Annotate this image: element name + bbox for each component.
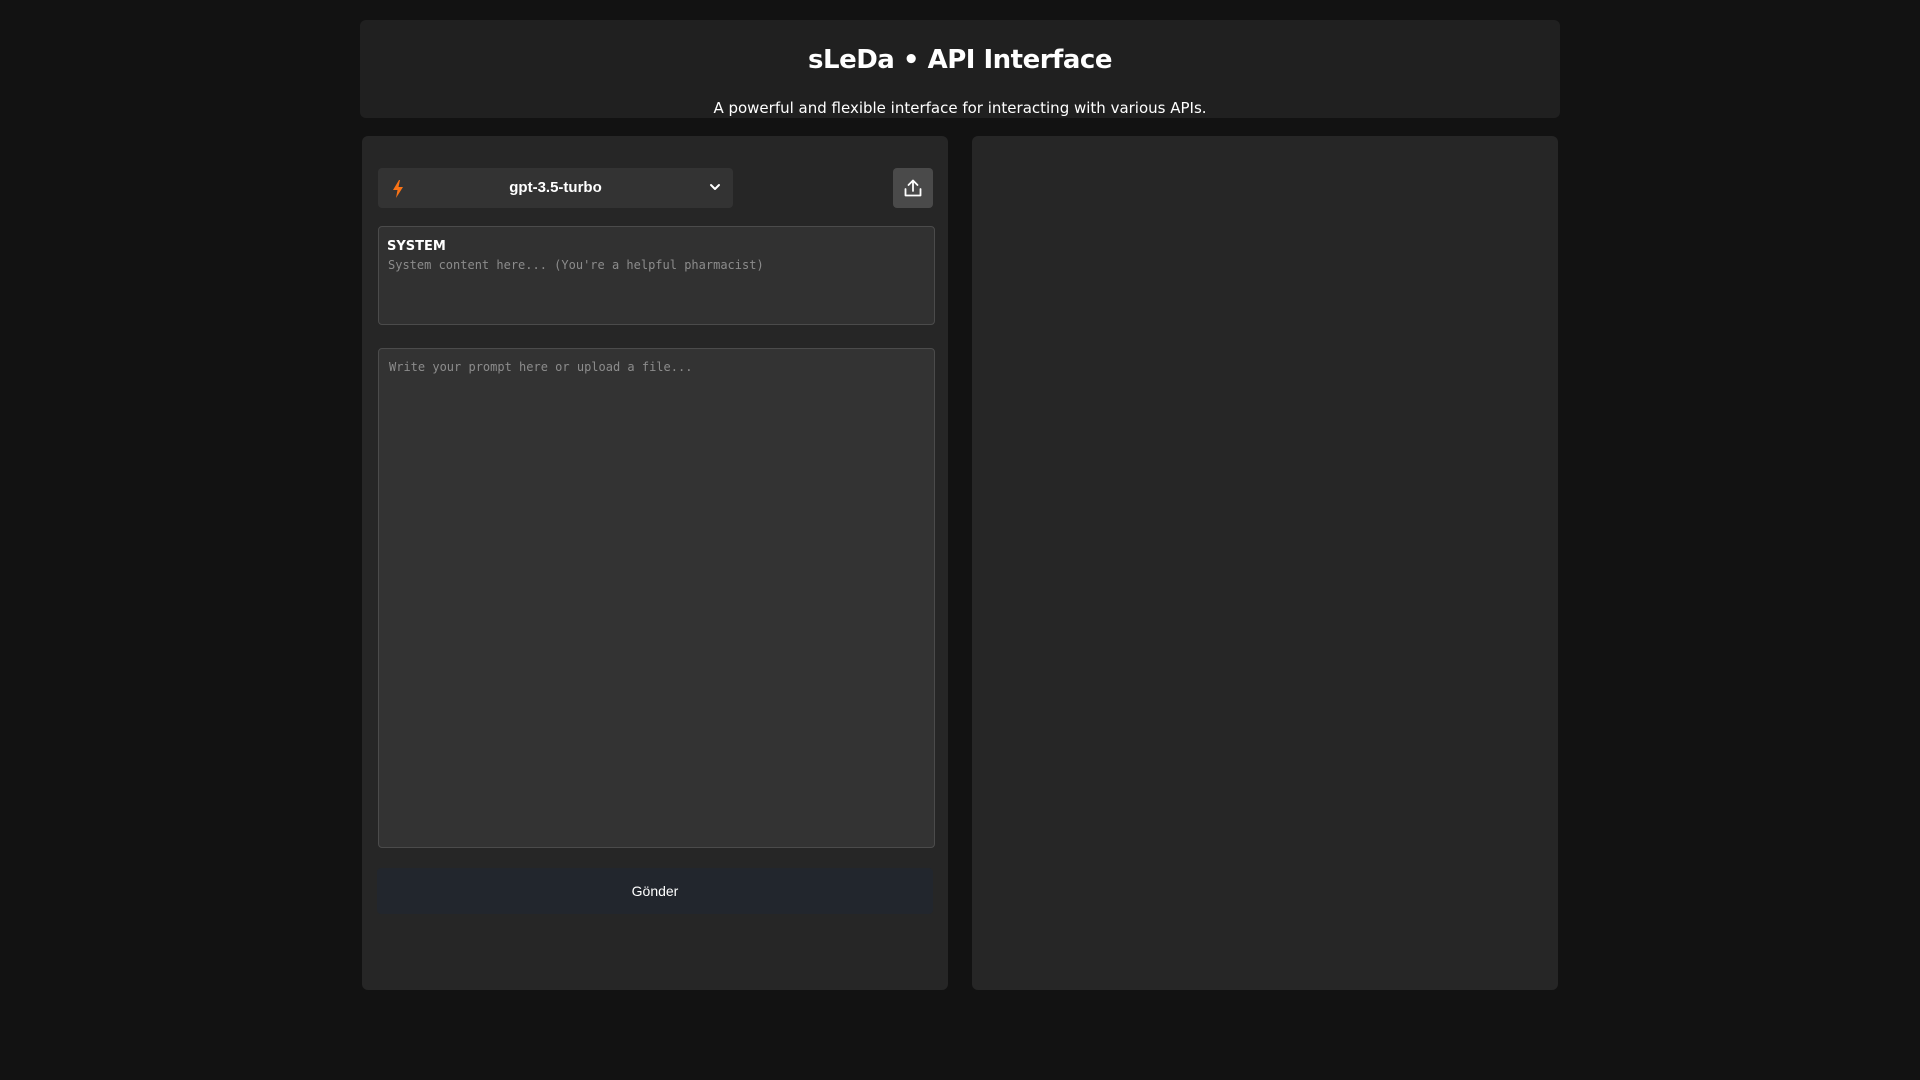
upload-icon	[904, 179, 922, 197]
page-subtitle: A powerful and flexible interface for in…	[713, 99, 1207, 117]
page-title: sLeDa • API Interface	[808, 45, 1112, 75]
upload-button[interactable]	[893, 168, 933, 208]
system-input[interactable]	[388, 258, 918, 314]
app-header: sLeDa • API Interface A powerful and fle…	[360, 20, 1560, 118]
prompt-input[interactable]	[378, 348, 935, 848]
send-button[interactable]: Gönder	[377, 868, 933, 914]
model-select[interactable]: gpt-3.5-turbo	[378, 168, 733, 208]
system-box: SYSTEM	[378, 226, 935, 325]
output-panel	[972, 136, 1558, 990]
chevron-down-icon	[710, 184, 720, 190]
model-select-value: gpt-3.5-turbo	[509, 179, 602, 196]
system-label: SYSTEM	[387, 239, 446, 254]
